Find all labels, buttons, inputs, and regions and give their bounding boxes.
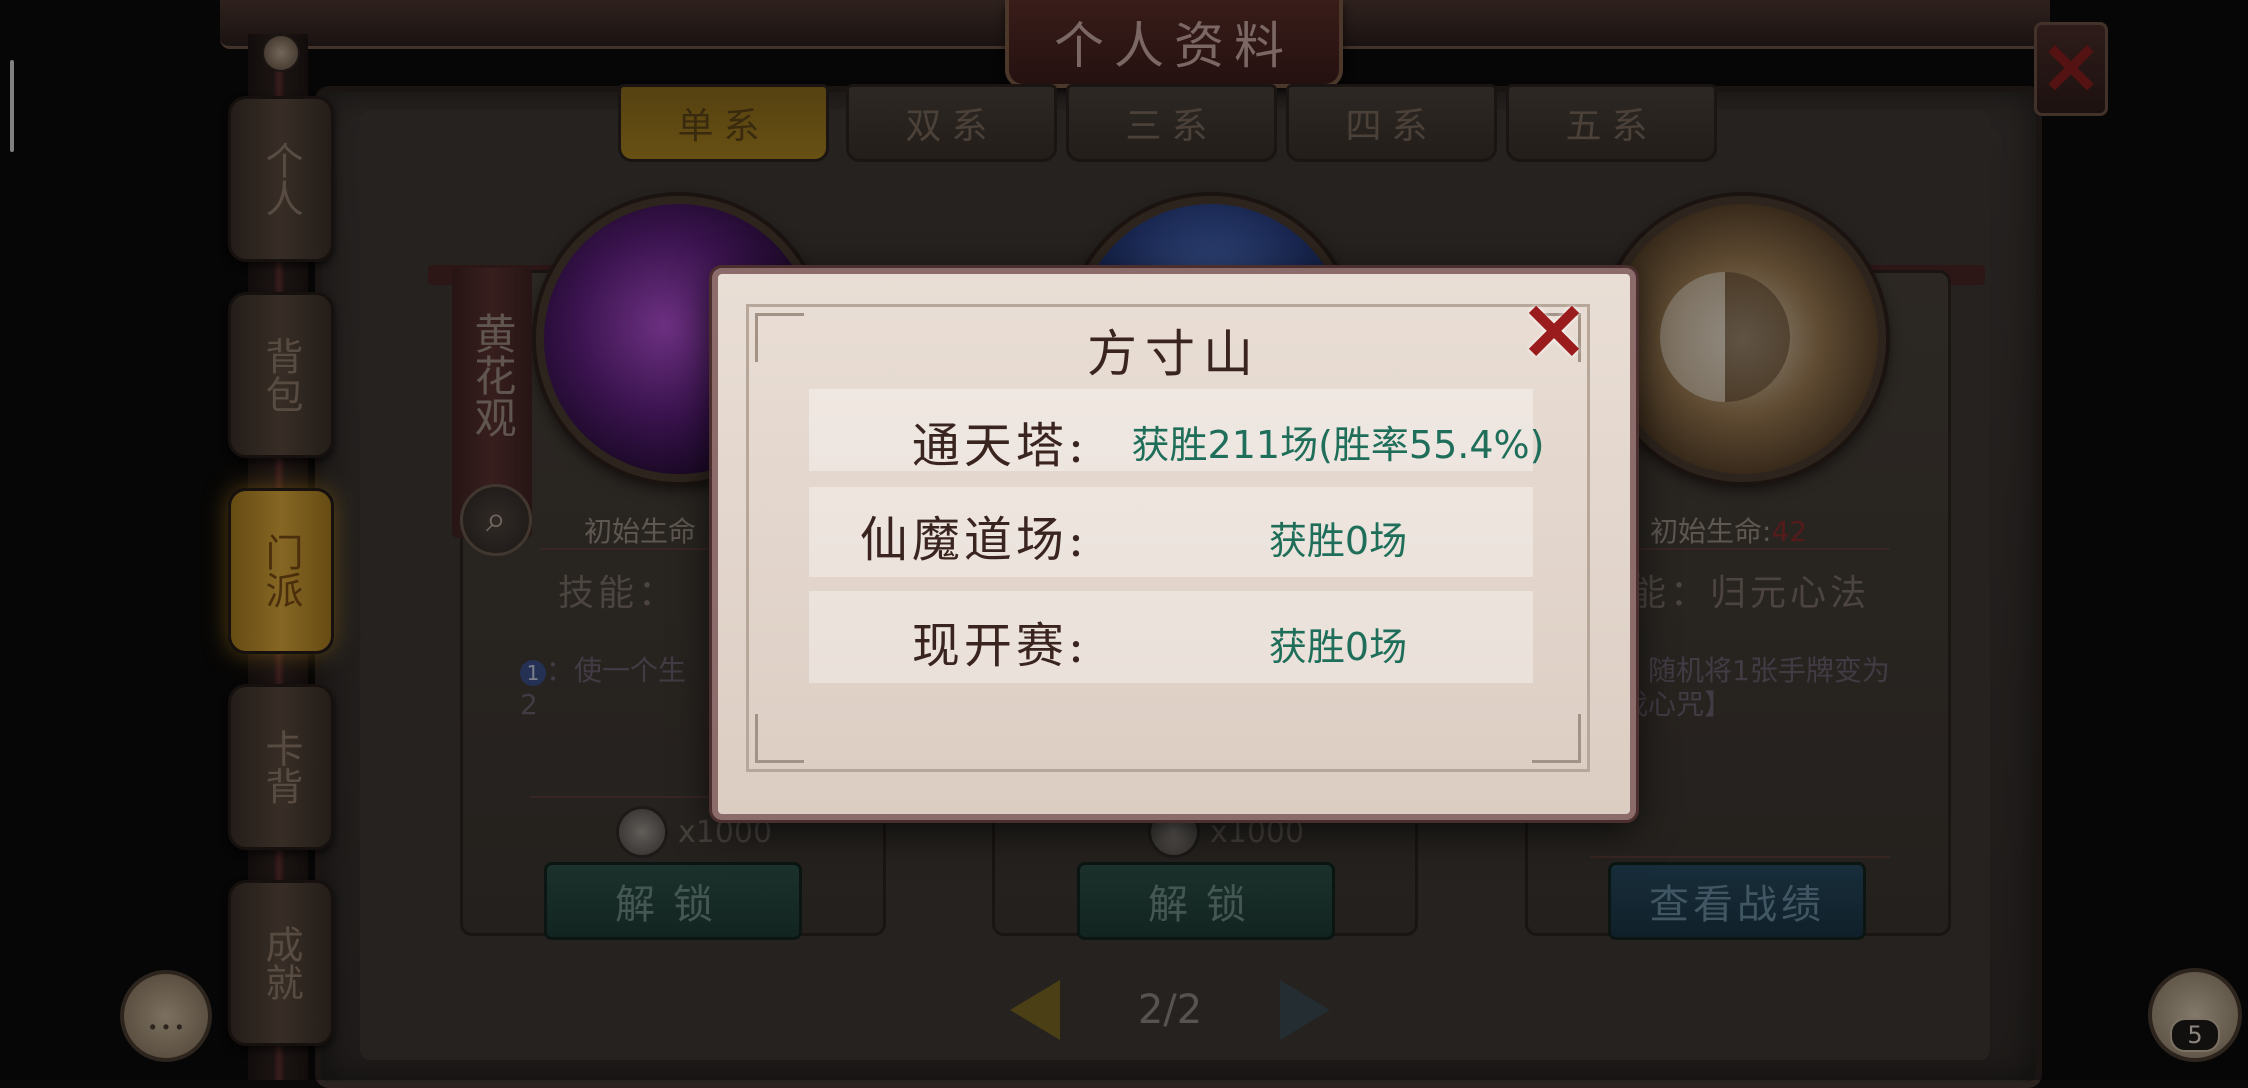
frame-corner <box>1532 714 1581 763</box>
frame-corner <box>755 714 804 763</box>
record-value-open: 获胜0场 <box>1268 625 1408 669</box>
record-value-tower: 获胜211场(胜率55.4%) <box>1131 423 1545 467</box>
dialog-title: 方寸山 <box>1087 325 1261 383</box>
close-icon[interactable]: ✕ <box>1518 292 1590 372</box>
record-label-open: 现开赛: <box>911 618 1088 674</box>
record-label-tower: 通天塔: <box>911 418 1088 474</box>
record-label-arena: 仙魔道场: <box>859 512 1088 568</box>
record-value-arena: 获胜0场 <box>1268 519 1408 563</box>
sect-record-dialog: 方寸山 ✕ 通天塔: 获胜211场(胜率55.4%) 仙魔道场: 获胜0场 现开… <box>712 268 1636 820</box>
